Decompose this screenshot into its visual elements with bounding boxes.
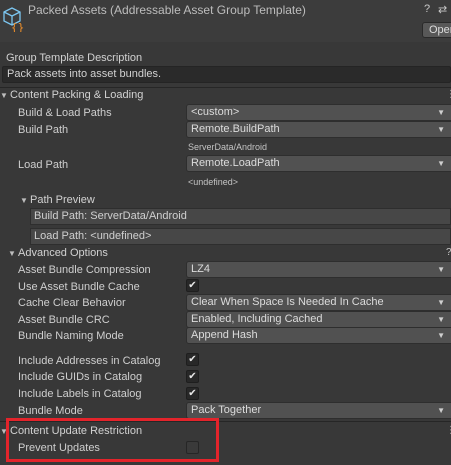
header-title: Packed Assets (Addressable Asset Group T… [28,3,306,17]
naming-mode-label: Bundle Naming Mode [18,330,124,342]
dropdown-value: LZ4 [191,263,210,275]
build-load-paths-label: Build & Load Paths [18,107,112,119]
dropdown-value: Remote.LoadPath [191,157,280,169]
include-addresses-label: Include Addresses in Catalog [18,355,161,367]
description-label: Group Template Description [6,52,143,64]
dropdown-value: Pack Together [191,404,262,416]
include-labels-checkbox[interactable]: ✔ [186,387,199,400]
build-path-dropdown[interactable]: Remote.BuildPath ▼ [186,121,451,138]
dropdown-arrow-icon: ▼ [437,315,445,324]
addressable-group-icon: {} [3,7,24,32]
open-button[interactable]: Oper [422,22,451,38]
fold-arrow-icon: ▼ [20,196,28,205]
dropdown-arrow-icon: ▼ [437,406,445,415]
dropdown-arrow-icon: ▼ [437,298,445,307]
build-path-resolved: ServerData/Android [188,142,268,152]
highlight-box [6,418,219,462]
path-preview-header[interactable]: ▼ Path Preview [20,194,95,206]
section-title: Advanced Options [18,247,108,259]
advanced-options-header[interactable]: ▼ Advanced Options [8,247,108,259]
section-title: Content Packing & Loading [10,89,144,101]
section-title: Path Preview [30,194,95,206]
preset-icon[interactable]: ⇄ [438,3,447,16]
dropdown-arrow-icon: ▼ [437,331,445,340]
content-packing-header[interactable]: ▼ Content Packing & Loading [0,89,143,101]
load-path-label: Load Path [18,159,69,171]
load-path-resolved: <undefined> [188,177,239,187]
cache-clear-dropdown[interactable]: Clear When Space Is Needed In Cache ▼ [186,294,451,311]
compression-label: Asset Bundle Compression [18,264,151,276]
fold-arrow-icon: ▼ [8,249,16,258]
include-guids-label: Include GUIDs in Catalog [18,371,143,383]
svg-text:{}: {} [11,21,24,32]
use-cache-checkbox[interactable]: ✔ [186,279,199,292]
divider [0,87,451,88]
load-path-preview: Load Path: <undefined> [30,228,451,245]
dropdown-arrow-icon: ▼ [437,108,445,117]
dropdown-arrow-icon: ▼ [437,125,445,134]
section-menu-icon[interactable]: ⋮ [446,425,451,436]
dropdown-value: Remote.BuildPath [191,123,280,135]
crc-label: Asset Bundle CRC [18,314,110,326]
build-load-paths-dropdown[interactable]: <custom> ▼ [186,104,451,121]
section-menu-icon[interactable]: ⋮ [446,89,451,100]
description-field[interactable]: Pack assets into asset bundles. [2,66,451,83]
dropdown-value: <custom> [191,106,240,118]
build-path-label: Build Path [18,124,69,136]
include-labels-label: Include Labels in Catalog [18,388,142,400]
dropdown-value: Append Hash [191,329,258,341]
dropdown-value: Enabled, Including Cached [191,313,323,325]
fold-arrow-icon: ▼ [0,91,8,100]
use-cache-label: Use Asset Bundle Cache [18,281,140,293]
include-guids-checkbox[interactable]: ✔ [186,370,199,383]
bundle-mode-label: Bundle Mode [18,405,83,417]
include-addresses-checkbox[interactable]: ✔ [186,353,199,366]
naming-mode-dropdown[interactable]: Append Hash ▼ [186,327,451,344]
bundle-mode-dropdown[interactable]: Pack Together ▼ [186,402,451,419]
crc-dropdown[interactable]: Enabled, Including Cached ▼ [186,311,451,328]
build-path-preview: Build Path: ServerData/Android [30,208,451,225]
cache-clear-label: Cache Clear Behavior [18,297,126,309]
dropdown-arrow-icon: ▼ [437,159,445,168]
help-icon[interactable]: ? [424,3,430,15]
help-icon[interactable]: ? [446,247,451,258]
compression-dropdown[interactable]: LZ4 ▼ [186,261,451,278]
load-path-dropdown[interactable]: Remote.LoadPath ▼ [186,155,451,172]
dropdown-value: Clear When Space Is Needed In Cache [191,296,384,308]
dropdown-arrow-icon: ▼ [437,265,445,274]
